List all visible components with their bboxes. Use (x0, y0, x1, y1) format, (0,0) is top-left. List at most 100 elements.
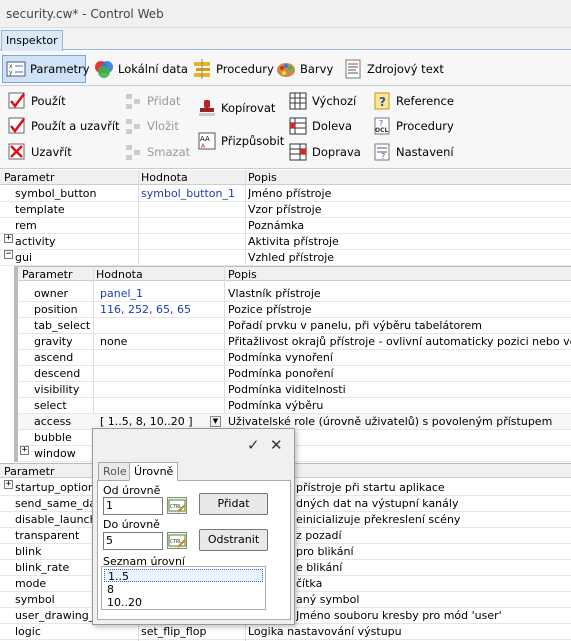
col-header-popis: Popis (248, 171, 277, 184)
prizpusobit-label: Přizpůsobit (221, 134, 285, 148)
subgrid-row[interactable]: select Podmínka výběru (18, 398, 571, 414)
subgrid-row[interactable]: descend Podmínka ponoření (18, 366, 571, 382)
barvy-button[interactable]: Barvy (273, 55, 336, 83)
dropdown-arrow-icon[interactable]: ▼ (210, 416, 221, 427)
pridat-button[interactable]: Přidat (124, 89, 181, 113)
check-icon (8, 92, 26, 110)
reference-button[interactable]: ? Reference (373, 89, 454, 113)
procedury-tab-label: Procedury (216, 62, 274, 76)
subgrid-row[interactable]: gravity none Přitažlivost okrajů přístro… (18, 334, 571, 350)
param-name: access (34, 415, 72, 428)
param-name: template (15, 203, 65, 216)
param-desc: Jméno přístroje (248, 187, 332, 200)
collapse-icon[interactable]: − (4, 250, 13, 259)
procedury-button[interactable]: OCL? Procedury (373, 114, 454, 138)
window-title: security.cw* - Control Web (0, 0, 571, 28)
vychozi-button[interactable]: Výchozí (289, 89, 356, 113)
param-desc: Uživatelské role (úrovně uživatelů) s po… (228, 415, 553, 428)
vlozit-button[interactable]: Vložit (124, 114, 179, 138)
subgrid-row[interactable]: position 116, 252, 65, 65 Pozice přístro… (18, 302, 571, 318)
grid-row[interactable]: rem Poznámka (0, 218, 571, 234)
od-picker-button[interactable]: CTRL (167, 497, 187, 514)
grid-row[interactable]: template Vzor přístroje (0, 202, 571, 218)
grid-row[interactable]: + activity Aktivita přístroje (0, 234, 571, 250)
param-value[interactable]: panel_1 (100, 286, 225, 301)
param-value[interactable]: symbol_button_1 (141, 186, 245, 201)
do-picker-button[interactable]: CTRL (167, 532, 187, 549)
od-urovne-input[interactable]: 1 (103, 497, 163, 515)
expand-icon[interactable]: + (20, 446, 29, 455)
param-desc: Vlastník přístroje (228, 287, 321, 300)
copy-stamp-icon (198, 99, 216, 117)
grid2-col-header-parametr: Parametr (4, 465, 55, 478)
param-name: gravity (34, 335, 73, 348)
ribbon: Použít Použít a uzavřít Uzavřít Přidat V… (0, 86, 571, 169)
param-name: symbol_button (15, 187, 97, 200)
adapt-icon: AA A (198, 132, 216, 150)
param-name: position (34, 303, 78, 316)
param-desc: Logika nastavování výstupu (248, 625, 402, 638)
tab-role[interactable]: Role (98, 462, 132, 481)
nastaveni-button[interactable]: ? Nastavení (373, 140, 454, 164)
param-name: rem (15, 219, 37, 232)
close-icon (8, 143, 26, 161)
subgrid-row[interactable]: visibility Podmínka viditelnosti (18, 382, 571, 398)
list-item[interactable]: 1..5 (104, 569, 263, 583)
lokalni-data-button[interactable]: Lokální data (91, 55, 191, 83)
expand-icon[interactable]: + (4, 480, 13, 489)
subgrid-row[interactable]: ascend Podmínka vynoření (18, 350, 571, 366)
list-item[interactable]: 10..20 (104, 596, 263, 609)
tab-inspector[interactable]: Inspektor (1, 30, 63, 51)
source-text-icon (343, 59, 363, 79)
grid-row[interactable]: − gui Vzhled přístroje (0, 250, 571, 266)
uzavrit-button[interactable]: Uzavřít (8, 140, 72, 164)
param-name: logic (15, 625, 41, 638)
access-value[interactable]: [ 1..5, 8, 10..20 ] (100, 414, 210, 429)
param-desc: přístroje při startu aplikace (296, 481, 445, 494)
param-desc: e blikání (296, 561, 343, 574)
od-urovne-label: Od úrovně (103, 484, 161, 497)
subgrid-row[interactable]: tab_select Pořadí prvku v panelu, při vý… (18, 318, 571, 334)
param-desc: Poznámka (248, 219, 305, 232)
param-desc: Podmínka výběru (228, 399, 324, 412)
check-close-icon (8, 117, 26, 135)
tab-urovne[interactable]: Úrovně (129, 462, 179, 481)
doleva-button[interactable]: Doleva (289, 114, 352, 138)
seznam-urovni-list[interactable]: 1..5 8 10..20 (101, 566, 266, 610)
vlozit-label: Vložit (147, 119, 179, 133)
insert-icon (124, 117, 142, 135)
odstranit-uroven-button[interactable]: Odstranit (199, 529, 268, 551)
do-urovne-input[interactable]: 5 (103, 532, 163, 550)
param-name: select (34, 399, 67, 412)
list-item[interactable]: 8 (104, 583, 263, 596)
pouzit-a-uzavrit-button[interactable]: Použít a uzavřít (8, 114, 120, 138)
smazat-label: Smazat (147, 145, 191, 159)
zdrojovy-text-button[interactable]: Zdrojový text (340, 55, 447, 83)
param-value[interactable]: 116, 252, 65, 65 (100, 302, 225, 317)
param-desc: Přitažlivost okrajů přístroje - ovlivní … (228, 335, 571, 348)
grid-row[interactable]: logic set_flip_flop Logika nastavování v… (0, 624, 571, 640)
param-value[interactable]: none (100, 334, 225, 349)
subgrid-row[interactable]: owner panel_1 Vlastník přístroje (18, 286, 571, 302)
param-desc: Vzhled přístroje (248, 251, 335, 264)
grid-row[interactable]: symbol_button symbol_button_1 Jméno přís… (0, 186, 571, 202)
procedury-tab-button[interactable]: Procedury (189, 55, 277, 83)
doprava-button[interactable]: Doprava (289, 140, 361, 164)
lokalni-data-label: Lokální data (118, 62, 188, 76)
param-value[interactable]: set_flip_flop (141, 624, 245, 639)
param-desc: aný symbol (296, 593, 360, 606)
barvy-label: Barvy (300, 62, 334, 76)
toolbar: xy Parametry Lokální data Procedury Barv… (0, 51, 571, 86)
smazat-button[interactable]: Smazat (124, 140, 190, 164)
prizpusobit-button[interactable]: AA A Přizpůsobit (198, 129, 284, 153)
expand-icon[interactable]: + (4, 234, 13, 243)
confirm-icon[interactable]: ✓ (247, 436, 260, 454)
close-icon[interactable]: ✕ (270, 436, 283, 454)
parametry-button[interactable]: xy Parametry (2, 55, 90, 83)
pouzit-button[interactable]: Použít (8, 89, 66, 113)
pouzit-a-uzavrit-label: Použít a uzavřít (31, 119, 120, 133)
reference-label: Reference (396, 94, 454, 108)
pouzit-label: Použít (31, 94, 66, 108)
pridat-uroven-button[interactable]: Přidat (199, 493, 268, 515)
kopirovat-button[interactable]: Kopírovat (198, 96, 275, 120)
